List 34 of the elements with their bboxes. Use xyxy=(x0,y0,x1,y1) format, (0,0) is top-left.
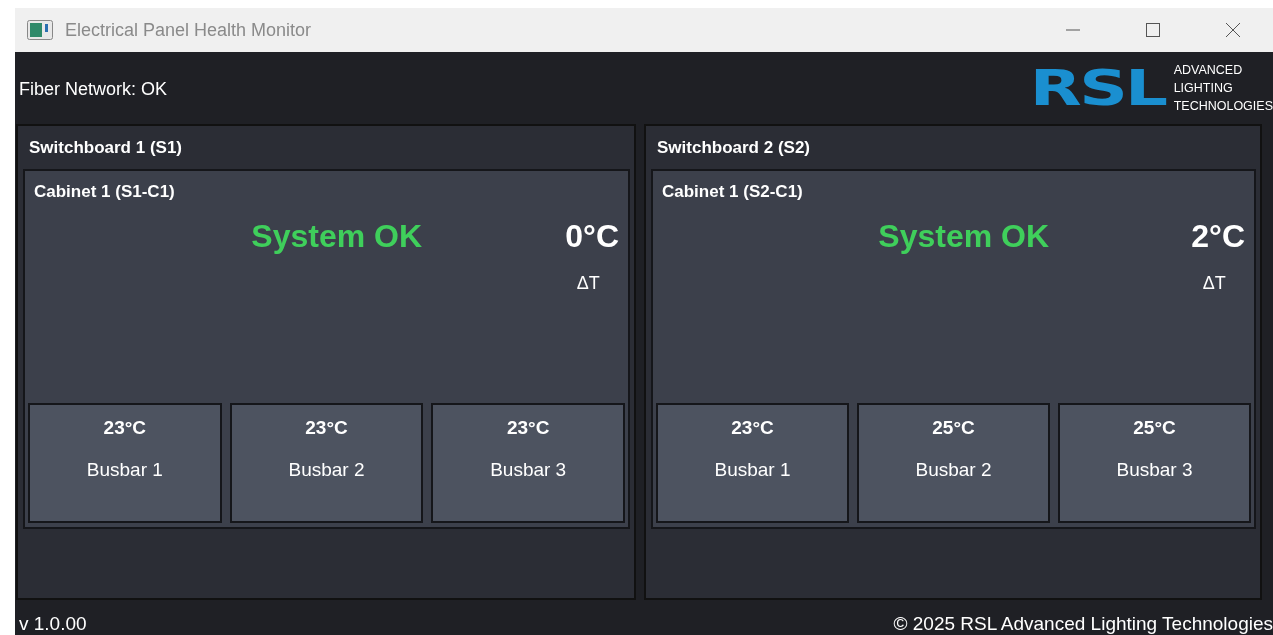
busbar-name: Busbar 1 xyxy=(714,459,791,481)
minimize-icon xyxy=(1065,29,1081,31)
busbar-name: Busbar 3 xyxy=(490,459,567,481)
cabinet-title: Cabinet 1 (S2-C1) xyxy=(661,181,804,202)
busbar-name: Busbar 1 xyxy=(86,459,163,481)
busbar-name: Busbar 2 xyxy=(288,459,365,481)
delta-label: ΔT xyxy=(1202,273,1226,294)
copyright-text: © 2025 RSL Advanced Lighting Technologies xyxy=(893,613,1273,635)
app-icon xyxy=(27,20,53,40)
busbar-name: Busbar 2 xyxy=(915,459,992,481)
network-status: Fiber Network: OK xyxy=(19,78,168,100)
delta-label: ΔT xyxy=(576,273,600,294)
switchboard-title: Switchboard 2 (S2) xyxy=(656,137,812,159)
delta-temperature: 0°C xyxy=(565,218,619,255)
busbar-temperature: 23°C xyxy=(305,417,348,439)
maximize-icon xyxy=(1145,22,1161,38)
logo-mark: RSL xyxy=(1030,63,1166,113)
busbar-temperature: 23°C xyxy=(731,417,774,439)
busbar-name: Busbar 3 xyxy=(1116,459,1193,481)
logo-tagline: ADVANCED xyxy=(1173,62,1244,79)
busbar-temperature: 23°C xyxy=(506,417,550,439)
delta-temperature: 2°C xyxy=(1191,218,1245,255)
busbar-temperature: 25°C xyxy=(932,417,975,439)
window-title: Electrical Panel Health Monitor xyxy=(65,19,313,41)
busbar-temperature: 23°C xyxy=(103,417,147,439)
version-label: v 1.0.00 xyxy=(19,613,87,635)
system-status: System OK xyxy=(251,218,422,255)
busbar-temperature: 25°C xyxy=(1133,417,1176,439)
cabinet-title: Cabinet 1 (S1-C1) xyxy=(33,181,176,202)
logo-tagline: LIGHTING xyxy=(1173,80,1234,97)
close-icon xyxy=(1225,22,1241,38)
logo-tagline: TECHNOLOGIES xyxy=(1173,98,1273,115)
switchboard-title: Switchboard 1 (S1) xyxy=(28,137,184,159)
system-status: System OK xyxy=(878,218,1049,255)
